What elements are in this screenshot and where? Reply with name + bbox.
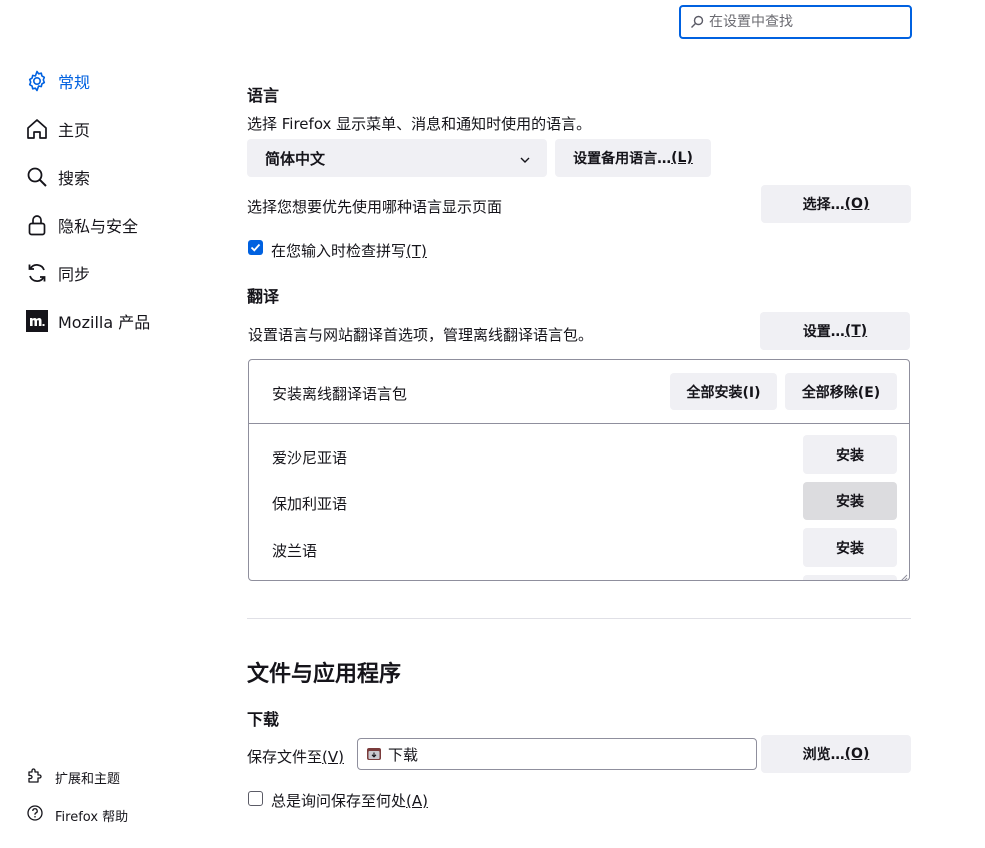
always-ask-label[interactable]: 总是询问保存至何处(A) — [271, 790, 428, 811]
gear-icon — [24, 68, 50, 94]
language-pack-name: 保加利亚语 — [272, 495, 348, 513]
language-description: 选择 Firefox 显示菜单、消息和通知时使用的语言。 — [247, 115, 592, 133]
save-to-label: 保存文件至(V) — [247, 746, 344, 767]
install-language-button-partial[interactable] — [803, 575, 897, 580]
install-language-button[interactable]: 安装 — [803, 435, 897, 474]
download-folder-icon — [366, 746, 382, 762]
browse-accesskey: (O) — [844, 746, 870, 762]
translation-packs-panel: 安装离线翻译语言包 全部安装(I) 全部移除(E) 爱沙尼亚语 安装 保加利亚语… — [248, 359, 910, 581]
help-icon — [26, 804, 44, 826]
translation-packs-label: 安装离线翻译语言包 — [272, 385, 408, 403]
settings-search[interactable] — [679, 5, 912, 39]
sidebar-item-label: 常规 — [58, 73, 91, 92]
spellcheck-label[interactable]: 在您输入时检查拼写(T) — [271, 240, 427, 261]
sidebar-item-general[interactable]: 常规 — [24, 66, 90, 96]
sidebar-item-sync[interactable]: 同步 — [24, 258, 90, 288]
language-pack-name: 爱沙尼亚语 — [272, 449, 348, 467]
browse-label: 浏览… — [802, 747, 845, 763]
sidebar-item-label: 主页 — [58, 121, 91, 140]
sidebar-footer-extensions[interactable]: 扩展和主题 — [26, 765, 120, 789]
sidebar-item-privacy[interactable]: 隐私与安全 — [24, 210, 138, 240]
sidebar-item-label: 隐私与安全 — [58, 217, 139, 236]
download-folder-name: 下载 — [388, 745, 419, 764]
spellcheck-label-text: 在您输入时检查拼写 — [271, 242, 407, 260]
files-heading: 文件与应用程序 — [247, 662, 402, 687]
translation-description: 设置语言与网站翻译首选项，管理离线翻译语言包。 — [248, 326, 594, 344]
always-ask-checkbox[interactable] — [248, 791, 263, 806]
sidebar-footer-label: 扩展和主题 — [55, 771, 121, 787]
home-icon — [24, 116, 50, 142]
translation-heading: 翻译 — [247, 287, 280, 306]
sidebar-footer-help[interactable]: Firefox 帮助 — [26, 803, 128, 827]
spellcheck-checkbox[interactable] — [248, 240, 263, 255]
sidebar-item-home[interactable]: 主页 — [24, 114, 90, 144]
choose-language-button[interactable]: 选择… (O) — [761, 185, 911, 223]
sidebar-footer-label: Firefox 帮助 — [55, 809, 129, 825]
install-language-button[interactable]: 安装 — [803, 528, 897, 567]
choose-language-label: 选择… — [802, 197, 845, 213]
sidebar-item-mozilla[interactable]: Mozilla 产品 — [24, 306, 150, 336]
search-icon — [24, 164, 50, 190]
downloads-heading: 下载 — [247, 710, 280, 729]
search-icon — [689, 14, 705, 30]
always-ask-accesskey: (A) — [406, 792, 428, 810]
install-all-button[interactable]: 全部安装(I) — [670, 373, 777, 410]
sync-icon — [24, 260, 50, 286]
resize-grip-icon[interactable] — [898, 569, 908, 580]
alternate-language-button[interactable]: 设置备用语言… (L) — [555, 139, 711, 177]
chevron-down-icon — [519, 152, 531, 170]
alternate-language-label: 设置备用语言… — [573, 151, 672, 167]
sidebar-item-search[interactable]: 搜索 — [24, 162, 90, 192]
lock-icon — [24, 212, 50, 238]
mozilla-icon — [24, 308, 50, 334]
sidebar-item-label: Mozilla 产品 — [58, 313, 151, 332]
language-heading: 语言 — [247, 86, 280, 105]
language-pack-name: 波兰语 — [272, 542, 318, 560]
sidebar-item-label: 同步 — [58, 265, 91, 284]
translation-settings-accesskey: (T) — [844, 323, 868, 339]
search-input[interactable] — [709, 14, 899, 30]
divider — [249, 423, 909, 424]
page-language-text: 选择您想要优先使用哪种语言显示页面 — [247, 198, 503, 216]
alternate-language-accesskey: (L) — [671, 150, 693, 166]
install-language-button[interactable]: 安装 — [803, 482, 897, 520]
translation-settings-button[interactable]: 设置… (T) — [760, 312, 910, 350]
remove-all-button[interactable]: 全部移除(E) — [785, 373, 897, 410]
spellcheck-accesskey: (T) — [406, 242, 427, 260]
check-icon — [250, 243, 261, 252]
always-ask-label-text: 总是询问保存至何处 — [271, 792, 407, 810]
language-select-value: 简体中文 — [265, 149, 326, 168]
browse-button[interactable]: 浏览… (O) — [761, 735, 911, 773]
choose-language-accesskey: (O) — [844, 196, 870, 212]
translation-settings-label: 设置… — [802, 324, 845, 340]
download-folder-field[interactable]: 下载 — [357, 738, 757, 770]
puzzle-icon — [26, 766, 44, 788]
save-to-label-text: 保存文件至 — [247, 748, 323, 766]
language-select[interactable]: 简体中文 — [247, 139, 547, 177]
save-to-accesskey: (V) — [322, 748, 344, 766]
section-divider — [247, 618, 911, 619]
sidebar-item-label: 搜索 — [58, 169, 91, 188]
